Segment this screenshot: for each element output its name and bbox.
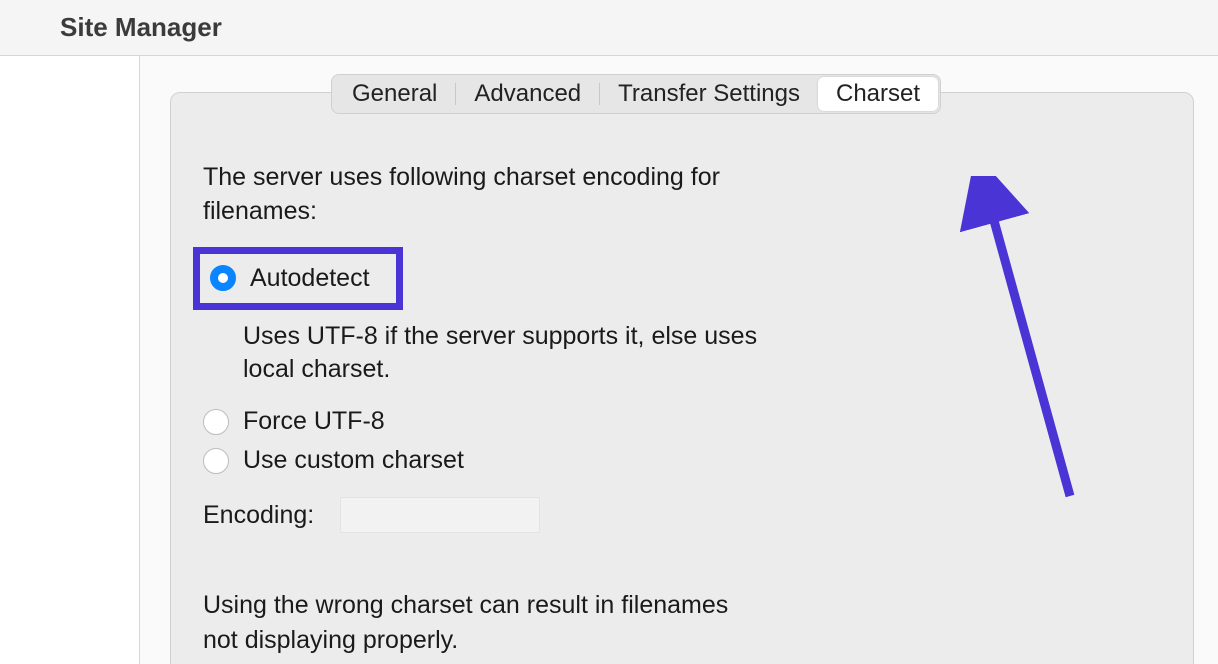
radio-row-force-utf8: Force UTF-8 xyxy=(203,407,1161,436)
tab-charset[interactable]: Charset xyxy=(818,77,938,111)
radio-custom-charset[interactable] xyxy=(203,448,229,474)
body-area: General Advanced Transfer Settings Chars… xyxy=(0,56,1218,664)
radio-checked-dot-icon xyxy=(218,273,228,283)
radio-custom-charset-label: Use custom charset xyxy=(243,446,464,475)
tab-advanced[interactable]: Advanced xyxy=(456,77,599,111)
annotation-highlight-box: Autodetect xyxy=(193,247,403,310)
encoding-row: Encoding: xyxy=(203,497,1161,533)
charset-intro-text: The server uses following charset encodi… xyxy=(203,161,763,229)
site-list-sidebar[interactable] xyxy=(0,56,140,664)
title-bar: Site Manager xyxy=(0,0,1218,56)
main-content: General Advanced Transfer Settings Chars… xyxy=(140,56,1218,664)
radio-force-utf8-label: Force UTF-8 xyxy=(243,407,385,436)
encoding-label: Encoding: xyxy=(203,501,314,530)
tab-general[interactable]: General xyxy=(334,77,455,111)
tab-transfer-settings[interactable]: Transfer Settings xyxy=(600,77,818,111)
radio-autodetect[interactable] xyxy=(210,265,236,291)
radio-autodetect-label: Autodetect xyxy=(250,264,370,293)
charset-panel: General Advanced Transfer Settings Chars… xyxy=(170,92,1194,664)
window-title: Site Manager xyxy=(60,12,222,43)
autodetect-description: Uses UTF-8 if the server supports it, el… xyxy=(243,320,813,388)
radio-force-utf8[interactable] xyxy=(203,409,229,435)
tab-strip: General Advanced Transfer Settings Chars… xyxy=(331,74,941,114)
encoding-input[interactable] xyxy=(340,497,540,533)
charset-warning-text: Using the wrong charset can result in fi… xyxy=(203,588,763,658)
radio-row-custom-charset: Use custom charset xyxy=(203,446,1161,475)
charset-radio-group: Autodetect Uses UTF-8 if the server supp… xyxy=(203,247,1161,534)
